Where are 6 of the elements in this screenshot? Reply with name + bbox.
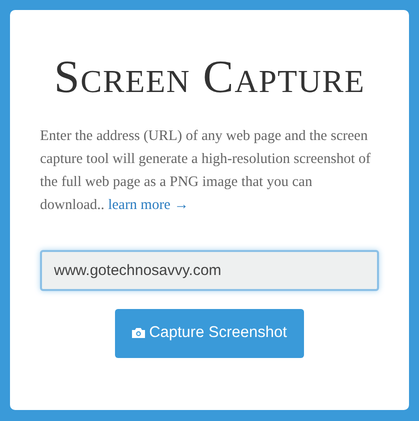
camera-icon [132, 328, 146, 338]
page-title: Screen Capture [52, 52, 366, 103]
description-text: Enter the address (URL) of any web page and the screen capture tool will generate a high-resolution screenshot of the full web page as a PNG image that you can download.. learn more → [40, 126, 372, 215]
url-field[interactable]: www.gotechnosavvy.com [40, 250, 379, 291]
capture-button[interactable]: Capture Screenshot [115, 308, 304, 358]
learn-more-link[interactable]: learn more → [108, 196, 189, 213]
